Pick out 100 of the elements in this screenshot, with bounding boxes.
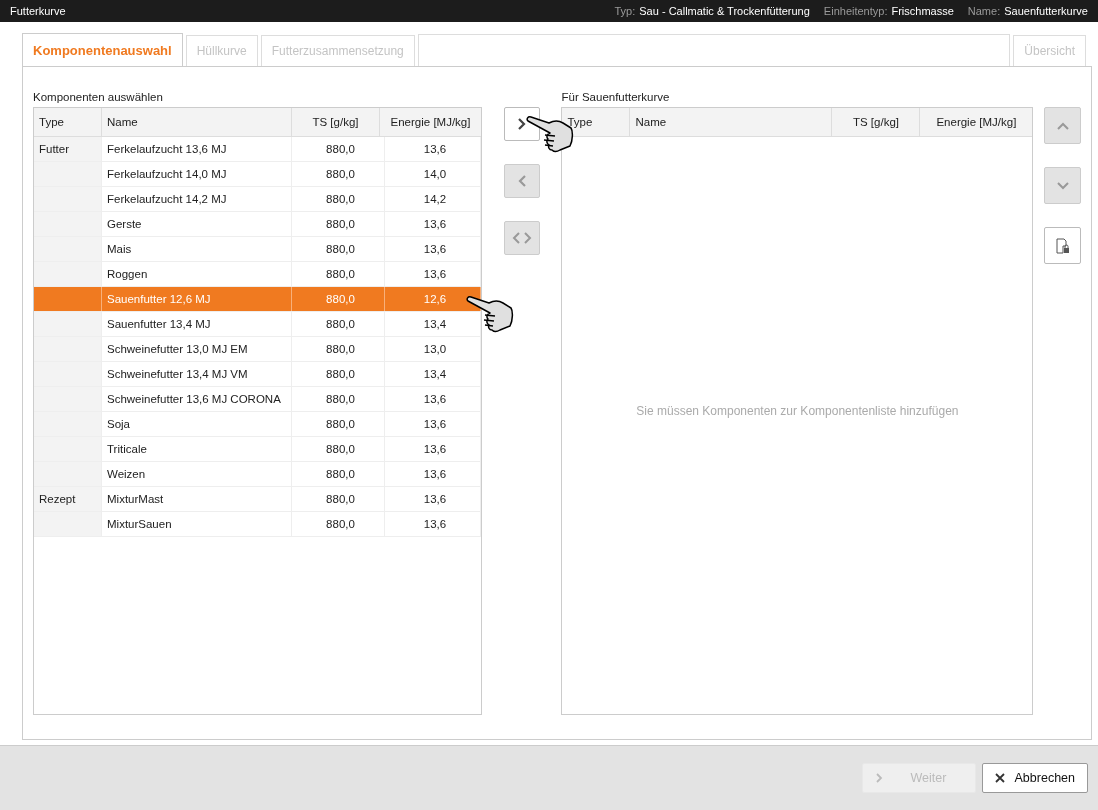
energy-cell: 13,6 bbox=[385, 437, 481, 461]
name-cell: Ferkelaufzucht 14,2 MJ bbox=[102, 187, 292, 211]
ts-cell: 880,0 bbox=[292, 487, 385, 511]
empty-message: Sie müssen Komponenten zur Komponentenliste hinzufügen bbox=[636, 403, 959, 418]
info-value: Frischmasse bbox=[891, 5, 954, 17]
name-cell: Schweinefutter 13,6 MJ CORONA bbox=[102, 387, 292, 411]
type-cell bbox=[34, 462, 102, 486]
table-title: Für Sauenfutterkurve bbox=[561, 90, 671, 105]
name-cell: Sauenfutter 12,6 MJ bbox=[102, 287, 292, 311]
name-cell: Gerste bbox=[102, 212, 292, 236]
energy-cell: 14,2 bbox=[385, 187, 481, 211]
name-cell: Sauenfutter 13,4 MJ bbox=[102, 312, 292, 336]
column-header: TS [g/kg] bbox=[292, 108, 380, 136]
type-cell bbox=[34, 212, 102, 236]
name-cell: MixturMast bbox=[102, 487, 292, 511]
chevron-up-icon bbox=[1055, 120, 1070, 131]
type-cell bbox=[34, 162, 102, 186]
column-header: Energie [MJ/kg] bbox=[389, 115, 472, 130]
energy-cell: 13,6 bbox=[385, 462, 481, 486]
info-label: Name: bbox=[967, 5, 1001, 17]
ts-cell: 880,0 bbox=[292, 412, 385, 436]
table-row[interactable]: Triticale 880,0 13,6 bbox=[34, 437, 481, 462]
type-cell bbox=[34, 337, 102, 361]
column-header: Name bbox=[630, 108, 833, 136]
table-row[interactable]: Soja 880,0 13,6 bbox=[34, 412, 481, 437]
energy-cell: 12,6 bbox=[385, 287, 481, 311]
table-row[interactable]: Ferkelaufzucht 14,2 MJ 880,0 14,2 bbox=[34, 187, 481, 212]
info-value: Sau - Callmatic & Trockenfütterung bbox=[639, 5, 810, 17]
ts-cell: 880,0 bbox=[292, 337, 385, 361]
name-cell: Ferkelaufzucht 14,0 MJ bbox=[102, 162, 292, 186]
name-cell: Weizen bbox=[102, 462, 292, 486]
energy-cell: 13,6 bbox=[385, 137, 481, 161]
table-row[interactable]: Schweinefutter 13,4 MJ VM 880,0 13,4 bbox=[34, 362, 481, 387]
name-cell: MixturSauen bbox=[102, 512, 292, 536]
table-row[interactable]: Futter Ferkelaufzucht 13,6 MJ 880,0 13,6 bbox=[34, 137, 481, 162]
type-cell bbox=[34, 387, 102, 411]
ts-cell: 880,0 bbox=[292, 312, 385, 336]
type-cell bbox=[34, 412, 102, 436]
type-cell bbox=[34, 312, 102, 336]
energy-cell: 13,6 bbox=[385, 262, 481, 286]
cancel-button[interactable]: Abbrechen bbox=[981, 763, 1088, 793]
type-cell bbox=[34, 437, 102, 461]
type-cell: Rezept bbox=[34, 487, 102, 511]
name-cell: Soja bbox=[102, 412, 292, 436]
type-cell bbox=[34, 512, 102, 536]
chevrons-icon bbox=[511, 231, 532, 245]
table-row[interactable]: Schweinefutter 13,6 MJ CORONA 880,0 13,6 bbox=[34, 387, 481, 412]
energy-cell: 13,6 bbox=[385, 487, 481, 511]
ts-cell: 880,0 bbox=[292, 512, 385, 536]
chevron-left-icon bbox=[516, 174, 527, 188]
ts-cell: 880,0 bbox=[292, 287, 385, 311]
chevron-right-icon bbox=[516, 117, 527, 131]
column-header: Energie [MJ/kg] bbox=[935, 115, 1018, 130]
ts-cell: 880,0 bbox=[292, 237, 385, 261]
info-label: Typ: bbox=[614, 5, 636, 17]
energy-cell: 13,0 bbox=[385, 337, 481, 361]
ts-cell: 880,0 bbox=[292, 462, 385, 486]
ts-cell: 880,0 bbox=[292, 362, 385, 386]
table-row[interactable]: MixturSauen 880,0 13,6 bbox=[34, 512, 481, 537]
ts-cell: 880,0 bbox=[292, 212, 385, 236]
name-cell: Triticale bbox=[102, 437, 292, 461]
table-title: Komponenten auswählen bbox=[33, 90, 164, 105]
name-cell: Schweinefutter 13,0 MJ EM bbox=[102, 337, 292, 361]
type-cell bbox=[34, 287, 102, 311]
lock-document-button[interactable] bbox=[1044, 227, 1081, 264]
chevron-right-icon bbox=[874, 772, 883, 784]
ts-cell: 880,0 bbox=[292, 437, 385, 461]
ts-cell: 880,0 bbox=[292, 387, 385, 411]
table-row[interactable]: Schweinefutter 13,0 MJ EM 880,0 13,0 bbox=[34, 337, 481, 362]
ts-cell: 880,0 bbox=[292, 262, 385, 286]
table-row[interactable]: Gerste 880,0 13,6 bbox=[34, 212, 481, 237]
column-header: Name bbox=[102, 108, 292, 136]
table-row[interactable]: Sauenfutter 13,4 MJ 880,0 13,4 bbox=[34, 312, 481, 337]
info-label: Einheitentyp: bbox=[823, 5, 888, 17]
type-cell: Futter bbox=[34, 137, 102, 161]
window-title: Futterkurve bbox=[10, 5, 66, 17]
table-row[interactable]: Ferkelaufzucht 14,0 MJ 880,0 14,0 bbox=[34, 162, 481, 187]
table-row[interactable]: Mais 880,0 13,6 bbox=[34, 237, 481, 262]
table-row[interactable]: Rezept MixturMast 880,0 13,6 bbox=[34, 487, 481, 512]
add-button[interactable] bbox=[503, 107, 540, 141]
close-icon bbox=[994, 773, 1005, 783]
ts-cell: 880,0 bbox=[292, 137, 385, 161]
energy-cell: 13,6 bbox=[385, 212, 481, 236]
type-cell bbox=[34, 237, 102, 261]
name-cell: Mais bbox=[102, 237, 292, 261]
energy-cell: 14,0 bbox=[385, 162, 481, 186]
chevron-down-icon bbox=[1055, 180, 1070, 191]
column-header: Type bbox=[34, 108, 102, 136]
energy-cell: 13,6 bbox=[385, 237, 481, 261]
info-value: Sauenfutterkurve bbox=[1004, 5, 1088, 17]
document-lock-icon bbox=[1055, 237, 1070, 254]
name-cell: Roggen bbox=[102, 262, 292, 286]
name-cell: Schweinefutter 13,4 MJ VM bbox=[102, 362, 292, 386]
type-cell bbox=[34, 262, 102, 286]
energy-cell: 13,6 bbox=[385, 412, 481, 436]
table-row[interactable]: Weizen 880,0 13,6 bbox=[34, 462, 481, 487]
energy-cell: 13,4 bbox=[385, 312, 481, 336]
name-cell: Ferkelaufzucht 13,6 MJ bbox=[102, 137, 292, 161]
energy-cell: 13,6 bbox=[385, 512, 481, 536]
type-cell bbox=[34, 187, 102, 211]
